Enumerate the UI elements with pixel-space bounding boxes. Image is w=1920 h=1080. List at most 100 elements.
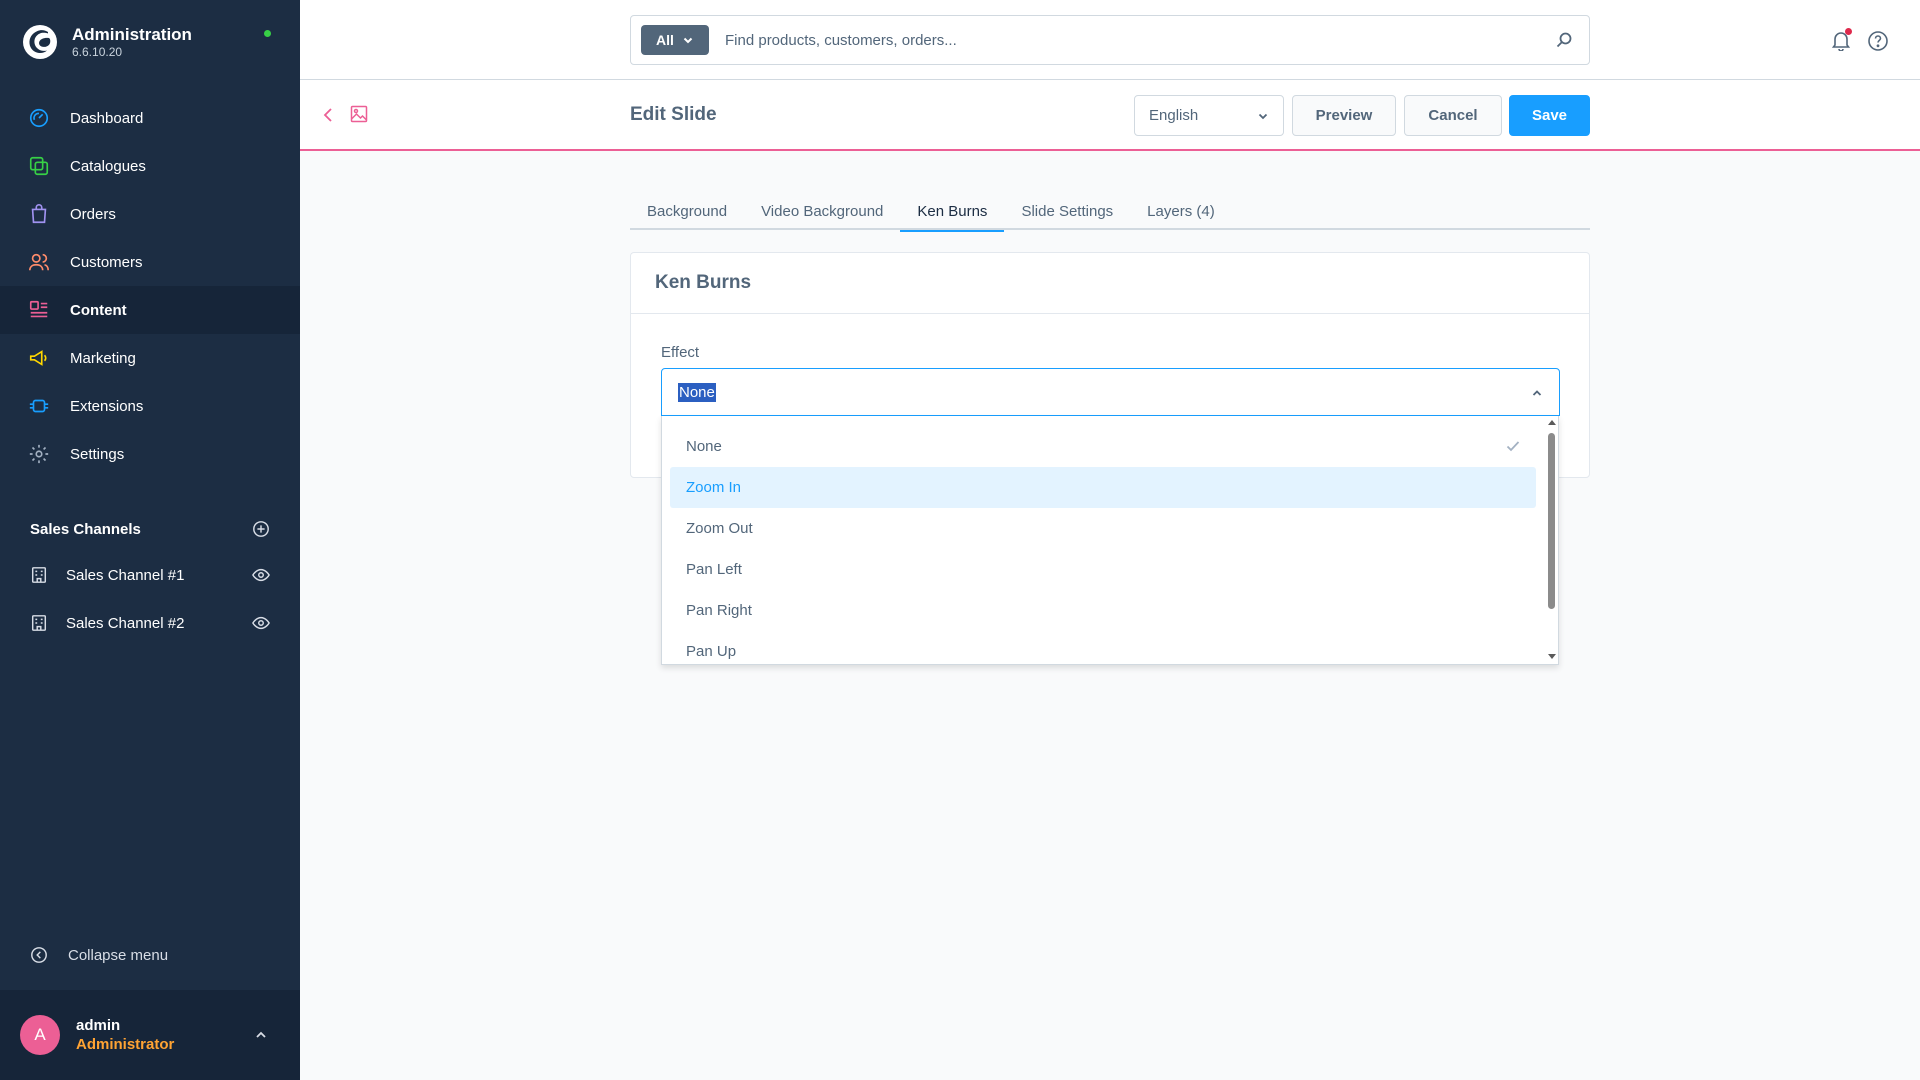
language-value: English <box>1149 107 1199 124</box>
dropdown-option-pan-right[interactable]: Pan Right <box>670 590 1536 631</box>
catalogues-icon <box>28 155 50 177</box>
collapse-menu-button[interactable]: Collapse menu <box>30 946 168 964</box>
preview-button[interactable]: Preview <box>1292 95 1396 136</box>
storefront-icon <box>31 567 47 583</box>
status-indicator <box>264 30 271 37</box>
tab-background[interactable]: Background <box>630 193 744 230</box>
sidebar-item-extensions[interactable]: Extensions <box>0 382 300 430</box>
storefront-icon <box>31 615 47 631</box>
scroll-down-arrow-icon[interactable] <box>1548 654 1556 659</box>
sidebar-item-dashboard[interactable]: Dashboard <box>0 94 300 142</box>
sidebar: Administration 6.6.10.20 Dashboard Catal… <box>0 0 300 1080</box>
sidebar-item-label: Content <box>70 301 127 319</box>
save-button[interactable]: Save <box>1509 95 1590 136</box>
content-icon <box>28 299 50 321</box>
add-sales-channel-icon[interactable] <box>252 520 270 538</box>
sidebar-item-catalogues[interactable]: Catalogues <box>0 142 300 190</box>
avatar: A <box>20 1015 60 1055</box>
scroll-up-arrow-icon[interactable] <box>1548 420 1556 425</box>
sidebar-item-orders[interactable]: Orders <box>0 190 300 238</box>
dropdown-option-none[interactable]: None <box>670 426 1536 467</box>
checkmark-icon <box>1506 441 1520 452</box>
effect-select[interactable]: None <box>661 368 1560 416</box>
effect-label: Effect <box>661 344 700 361</box>
user-name: admin <box>76 1017 121 1034</box>
global-search: All <box>630 15 1590 65</box>
sales-channels-title: Sales Channels <box>30 520 141 538</box>
brand-text: Administration 6.6.10.20 <box>72 25 192 60</box>
smart-bar: Edit Slide English Preview Cancel Save <box>300 80 1920 151</box>
slide-tabs: Background Video Background Ken Burns Sl… <box>630 193 1590 232</box>
tab-layers[interactable]: Layers (4) <box>1130 193 1232 230</box>
settings-icon <box>28 443 50 465</box>
option-label: None <box>686 438 722 455</box>
option-label: Zoom In <box>686 479 742 496</box>
tab-video-background[interactable]: Video Background <box>744 193 900 230</box>
dashboard-icon <box>28 107 50 129</box>
sidebar-item-label: Catalogues <box>70 157 146 175</box>
sales-channel-item-1[interactable]: Sales Channel #1 <box>0 551 300 599</box>
sidebar-item-content[interactable]: Content <box>0 286 300 334</box>
dropdown-option-zoom-in[interactable]: Zoom In <box>670 467 1536 508</box>
cancel-button[interactable]: Cancel <box>1404 95 1502 136</box>
search-icon[interactable] <box>1555 31 1573 49</box>
sales-channel-list: Sales Channel #1 Sales Channel #2 <box>0 551 300 647</box>
notification-badge <box>1845 28 1852 35</box>
option-label: Pan Left <box>686 561 742 578</box>
sidebar-item-label: Orders <box>70 205 116 223</box>
sidebar-item-label: Extensions <box>70 397 144 415</box>
page-title: Edit Slide <box>630 104 717 125</box>
tab-slide-settings[interactable]: Slide Settings <box>1004 193 1130 230</box>
search-input[interactable] <box>725 25 1555 55</box>
main-navigation: Dashboard Catalogues Orders Customers Co… <box>0 94 300 478</box>
dropdown-option-zoom-out[interactable]: Zoom Out <box>670 508 1536 549</box>
marketing-icon <box>28 347 50 369</box>
language-switch[interactable]: English <box>1134 95 1284 136</box>
sales-channels-header: Sales Channels <box>30 520 270 538</box>
dropdown-scrollbar[interactable] <box>1542 416 1558 664</box>
sidebar-item-label: Dashboard <box>70 109 144 127</box>
user-menu[interactable]: A admin Administrator <box>0 990 300 1080</box>
shopware-logo-icon <box>23 25 57 59</box>
collapse-icon <box>31 947 47 963</box>
eye-icon[interactable] <box>252 614 270 632</box>
effect-dropdown-list: None Zoom In Zoom Out Pan Left Pan Right… <box>661 416 1559 665</box>
chevron-up-icon[interactable] <box>254 1028 268 1042</box>
tab-ken-burns[interactable]: Ken Burns <box>900 193 1005 232</box>
chevron-down-icon <box>683 37 693 44</box>
eye-icon[interactable] <box>252 566 270 584</box>
sidebar-item-label: Customers <box>70 253 143 271</box>
user-info: admin Administrator <box>76 1016 254 1054</box>
sidebar-item-customers[interactable]: Customers <box>0 238 300 286</box>
sidebar-item-label: Marketing <box>70 349 136 367</box>
user-role: Administrator <box>76 1036 175 1053</box>
top-header: All <box>300 0 1920 80</box>
dropdown-options: None Zoom In Zoom Out Pan Left Pan Right… <box>670 426 1536 664</box>
chevron-down-icon <box>1258 113 1268 119</box>
search-type-dropdown[interactable]: All <box>641 25 709 55</box>
customers-icon <box>28 251 50 273</box>
app-title: Administration <box>72 24 192 44</box>
sales-channel-label: Sales Channel #1 <box>66 566 185 584</box>
option-label: Pan Right <box>686 602 752 619</box>
sales-channel-label: Sales Channel #2 <box>66 614 185 632</box>
orders-icon <box>28 203 50 225</box>
option-label: Pan Up <box>686 643 737 660</box>
image-icon <box>350 105 368 123</box>
sidebar-item-label: Settings <box>70 445 125 463</box>
sidebar-item-marketing[interactable]: Marketing <box>0 334 300 382</box>
card-title: Ken Burns <box>631 253 1589 314</box>
app-version: 6.6.10.20 <box>72 44 123 59</box>
dropdown-option-pan-up[interactable]: Pan Up <box>670 631 1536 664</box>
collapse-menu-label: Collapse menu <box>68 946 169 964</box>
sidebar-item-settings[interactable]: Settings <box>0 430 300 478</box>
brand[interactable]: Administration 6.6.10.20 <box>22 22 192 62</box>
effect-select-value[interactable]: None <box>678 382 716 402</box>
help-icon[interactable] <box>1867 30 1889 52</box>
chevron-up-icon[interactable] <box>1531 387 1543 399</box>
dropdown-option-pan-left[interactable]: Pan Left <box>670 549 1536 590</box>
scrollbar-thumb[interactable] <box>1548 433 1555 609</box>
sales-channel-item-2[interactable]: Sales Channel #2 <box>0 599 300 647</box>
back-arrow-icon[interactable] <box>320 106 336 124</box>
option-label: Zoom Out <box>686 520 753 537</box>
